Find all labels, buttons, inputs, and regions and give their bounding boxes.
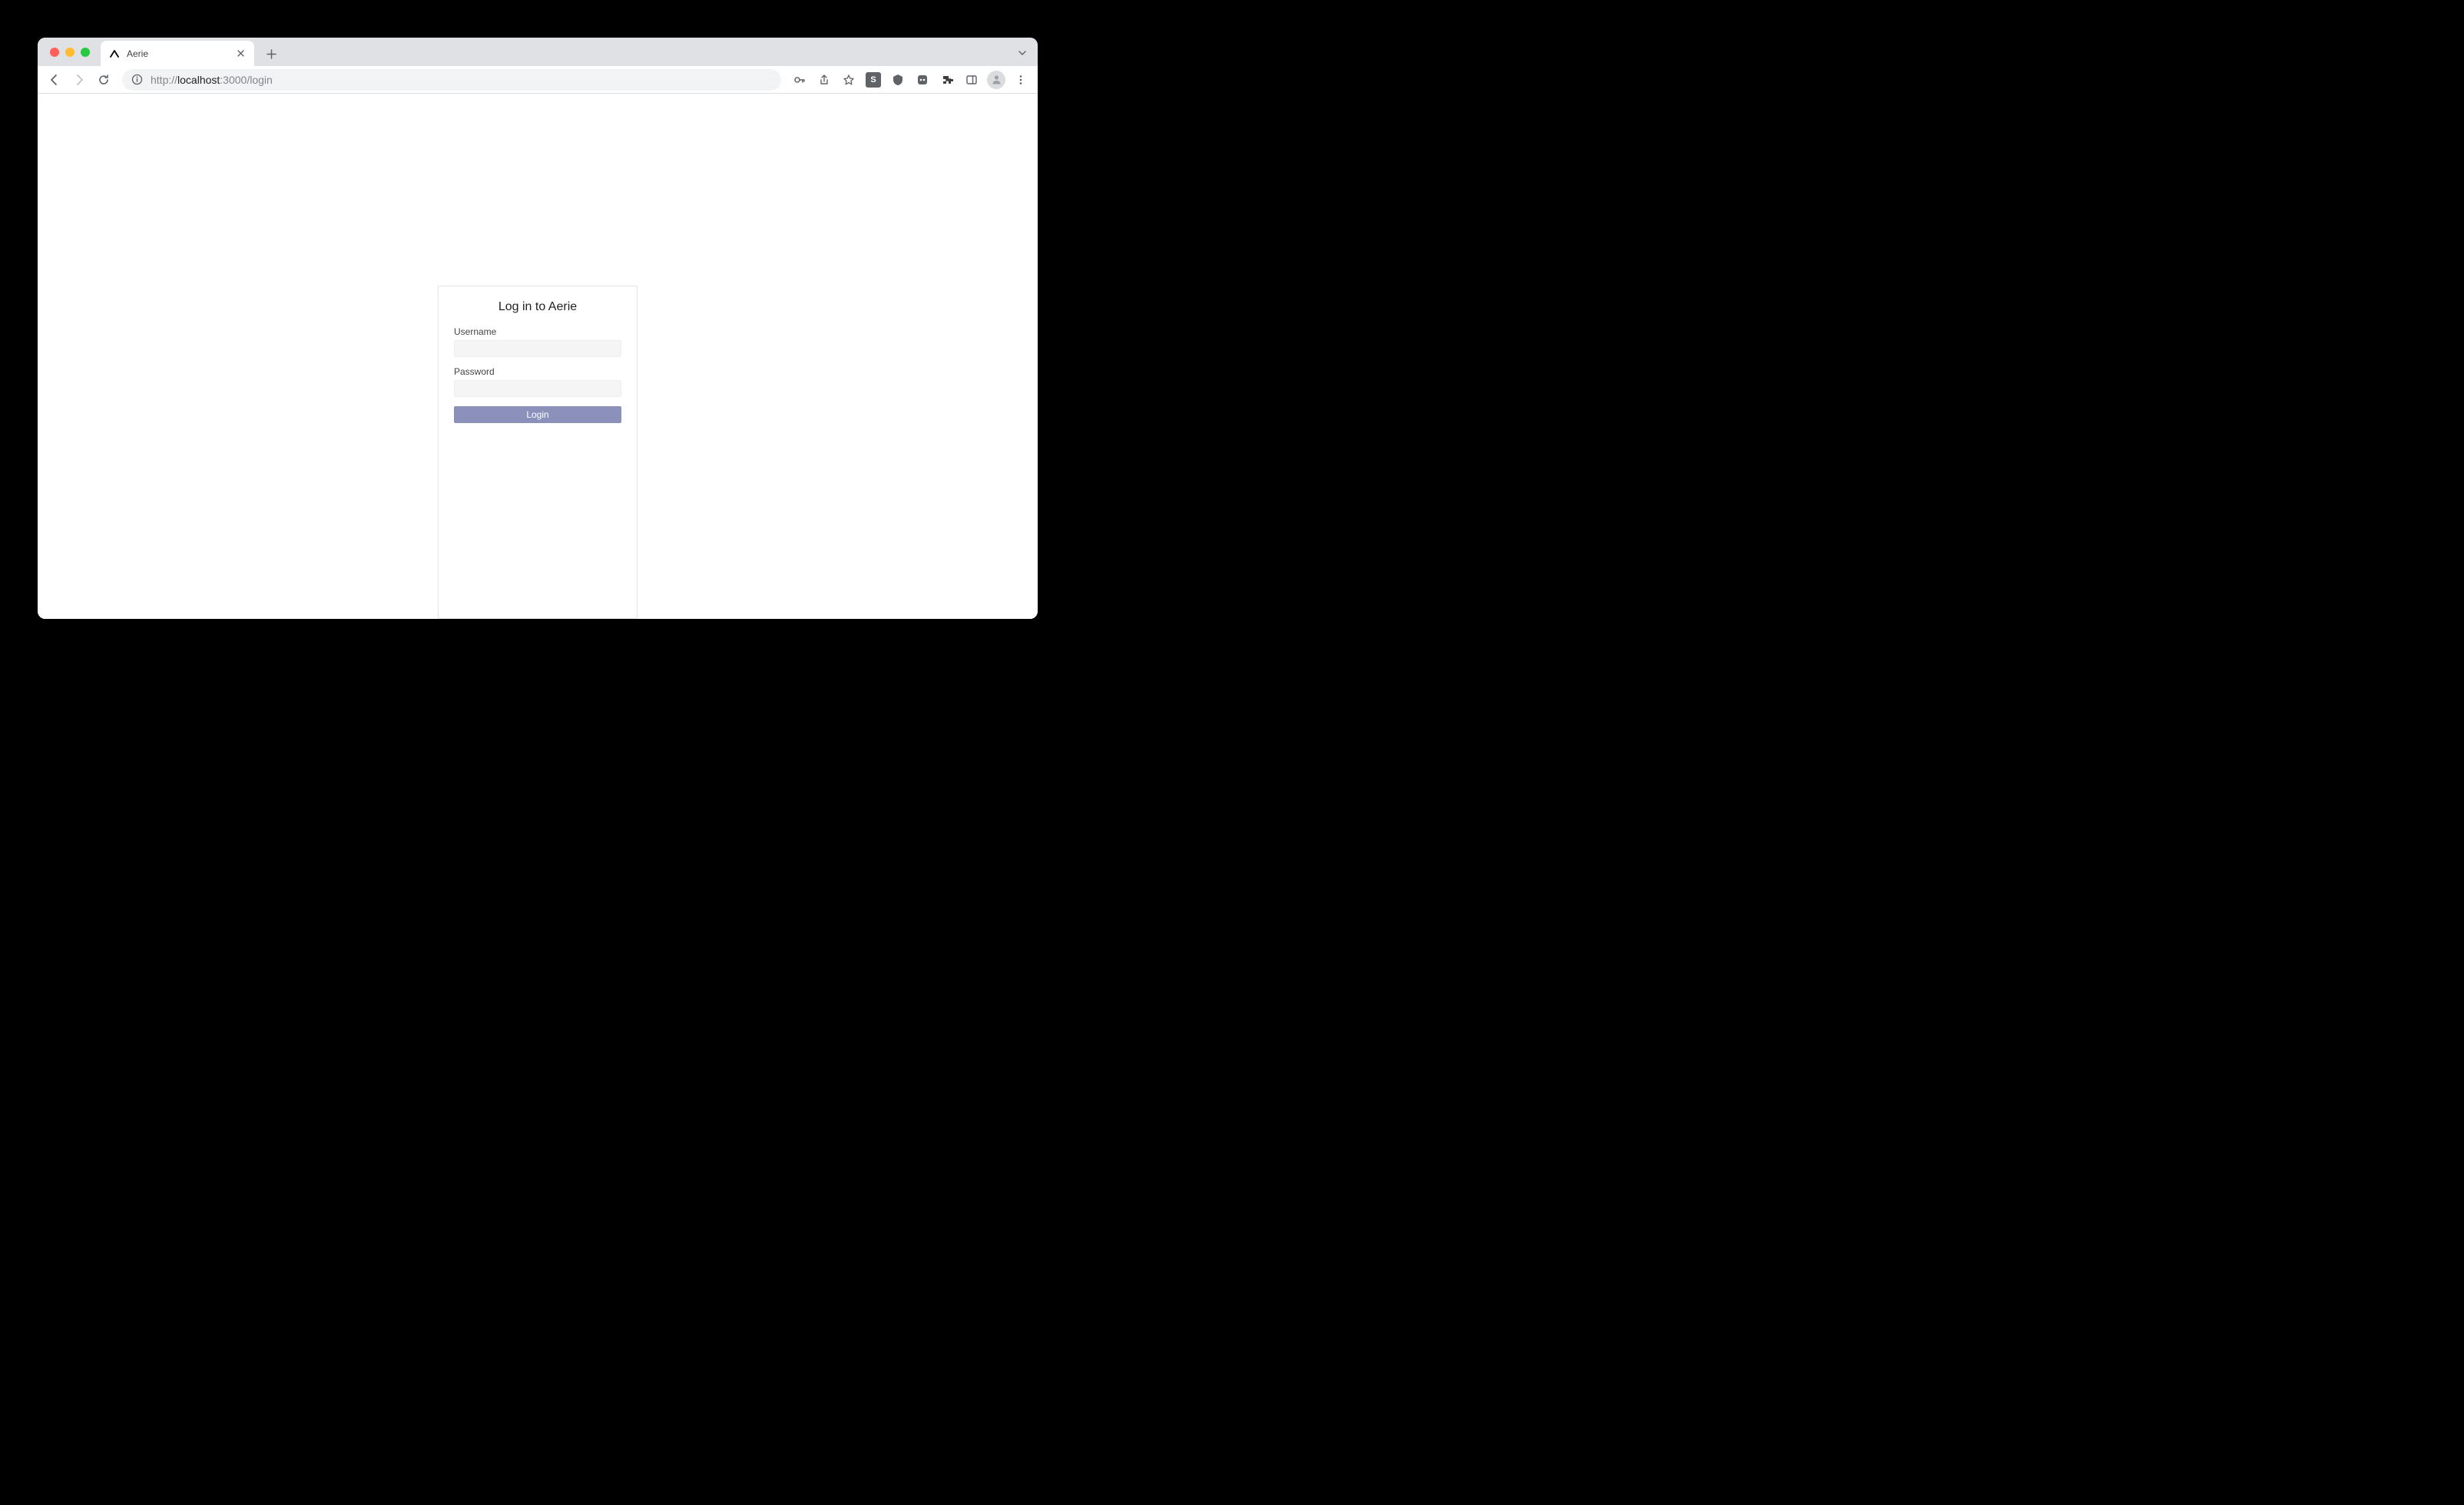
login-card: Log in to Aerie Username Password Login bbox=[438, 286, 638, 619]
extension-icon-2[interactable] bbox=[887, 69, 909, 91]
page-content: Log in to Aerie Username Password Login bbox=[38, 94, 1038, 619]
close-tab-button[interactable] bbox=[234, 48, 247, 60]
password-key-icon[interactable] bbox=[789, 69, 810, 91]
password-label: Password bbox=[454, 366, 621, 377]
aerie-favicon-icon bbox=[108, 48, 121, 60]
menu-button[interactable] bbox=[1010, 69, 1032, 91]
browser-tab[interactable]: Aerie bbox=[101, 41, 254, 66]
extension-icon-3[interactable] bbox=[912, 69, 933, 91]
share-icon[interactable] bbox=[813, 69, 835, 91]
tab-bar: Aerie bbox=[38, 38, 1038, 66]
browser-window: Aerie http://localhost:3000/login bbox=[38, 38, 1038, 619]
profile-avatar-icon bbox=[987, 71, 1005, 89]
username-label: Username bbox=[454, 326, 621, 337]
extensions-puzzle-icon[interactable] bbox=[936, 69, 958, 91]
side-panel-icon[interactable] bbox=[961, 69, 982, 91]
tab-title: Aerie bbox=[127, 48, 148, 59]
reload-button[interactable] bbox=[93, 69, 114, 91]
window-controls bbox=[50, 48, 90, 57]
forward-button[interactable] bbox=[68, 69, 90, 91]
new-tab-button[interactable] bbox=[260, 43, 282, 64]
site-info-icon[interactable] bbox=[131, 74, 143, 85]
window-close-button[interactable] bbox=[50, 48, 59, 57]
url-prefix: http:// bbox=[151, 74, 177, 86]
username-group: Username bbox=[454, 326, 621, 357]
address-bar[interactable]: http://localhost:3000/login bbox=[122, 69, 781, 91]
window-minimize-button[interactable] bbox=[65, 48, 75, 57]
login-title: Log in to Aerie bbox=[454, 300, 621, 314]
url-path: :3000/login bbox=[220, 74, 273, 86]
url-host: localhost bbox=[177, 74, 220, 86]
tabs-dropdown-button[interactable] bbox=[1015, 45, 1030, 61]
login-button[interactable]: Login bbox=[454, 406, 621, 423]
username-input[interactable] bbox=[454, 340, 621, 357]
extension-icon-1[interactable]: S bbox=[863, 69, 884, 91]
toolbar-right: S bbox=[789, 69, 1032, 91]
profile-button[interactable] bbox=[985, 69, 1007, 91]
password-group: Password bbox=[454, 366, 621, 397]
password-input[interactable] bbox=[454, 380, 621, 397]
window-maximize-button[interactable] bbox=[81, 48, 90, 57]
browser-toolbar: http://localhost:3000/login S bbox=[38, 66, 1038, 94]
back-button[interactable] bbox=[44, 69, 65, 91]
bookmark-star-icon[interactable] bbox=[838, 69, 859, 91]
url-text: http://localhost:3000/login bbox=[151, 74, 273, 86]
